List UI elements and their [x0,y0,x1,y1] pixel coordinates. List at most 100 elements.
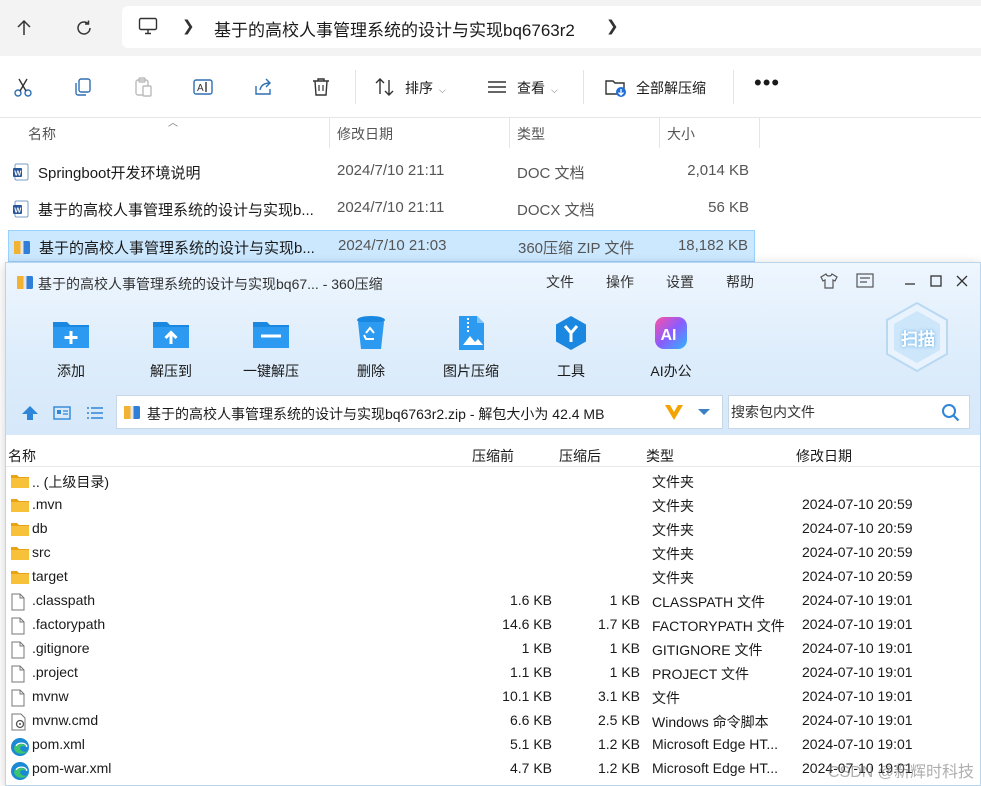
edge-browser-icon [10,737,30,756]
command-bar: A 排序 ⌵ 查看 ⌵ 全部解压缩 ••• [0,56,981,118]
chevron-down-icon: ⌵ [439,85,446,95]
folder-icon [10,497,30,515]
archive-entry-row[interactable]: pom.xml 5.1 KB 1.2 KB Microsoft Edge HT... 2… [6,733,980,757]
sort-button[interactable]: 排序 ⌵ [405,78,446,98]
more-options-icon[interactable]: ••• [754,70,780,96]
archive-entry-row[interactable]: .classpath 1.6 KB 1 KB CLASSPATH 文件 2024-07-… [6,589,980,613]
up-button[interactable] [8,12,40,44]
archive-entry-row[interactable]: .project 1.1 KB 1 KB PROJECT 文件 2024-07-10 1… [6,661,980,685]
archive-entry-row[interactable]: .factorypath 14.6 KB 1.7 KB FACTORYPATH 文件 2… [6,613,980,637]
refresh-button[interactable] [68,12,100,44]
archive-search-box[interactable] [728,395,970,429]
up-level-button[interactable] [20,403,40,423]
image-compress-button[interactable]: 图片压缩 [426,313,516,383]
menu-operation[interactable]: 操作 [606,272,634,292]
one-click-extract-button[interactable]: 一键解压 [226,313,316,383]
close-icon [956,275,968,287]
entry-name: target [32,568,68,584]
address-row: ❯ 基于的高校人事管理系统的设计与实现bq6763r2 ❯ [0,0,981,56]
archive-search-input[interactable] [731,400,931,424]
delete-label: 删除 [357,363,385,379]
entry-type: 文件夹 [652,570,694,586]
sort-ascending-icon: ︿ [168,118,178,129]
delete-button[interactable] [308,74,334,100]
detail-view-button[interactable] [52,403,72,423]
archive-entry-row[interactable]: mvnw 10.1 KB 3.1 KB 文件 2024-07-10 19:01 [6,685,980,709]
column-name[interactable]: 名称 [8,446,36,466]
entry-name: mvnw [32,688,69,704]
edge-browser-icon [10,761,30,780]
column-name[interactable]: 名称 [28,124,56,144]
menu-file[interactable]: 文件 [546,272,574,292]
file-row[interactable]: W 基于的高校人事管理系统的设计与实现b... 2024/7/10 21:11 … [8,193,755,225]
file-icon [10,641,30,659]
svg-text:W: W [14,206,22,215]
archive-entry-row[interactable]: .mvn 文件夹 2024-07-10 20:59 [6,493,980,517]
file-type: DOCX 文档 [517,202,595,219]
add-button[interactable]: 添加 [26,313,116,383]
archive-entry-row[interactable]: src 文件夹 2024-07-10 20:59 [6,541,980,565]
archive-entry-row[interactable]: mvnw.cmd 6.6 KB 2.5 KB Windows 命令脚本 2024-07-… [6,709,980,733]
archive-path-bar[interactable]: 基于的高校人事管理系统的设计与实现bq6763r2.zip - 解包大小为 42… [116,395,723,429]
extract-all-button[interactable]: 全部解压缩 [636,78,706,98]
maximize-button[interactable] [925,270,947,292]
archive-entry-row[interactable]: .gitignore 1 KB 1 KB GITIGNORE 文件 2024-07-10… [6,637,980,661]
paste-button[interactable] [130,74,156,100]
entry-name: .gitignore [32,640,90,656]
breadcrumb[interactable]: 基于的高校人事管理系统的设计与实现bq6763r2 [214,16,575,41]
list-view-button[interactable] [85,403,105,423]
thumbnail-view-icon [53,406,71,420]
copy-button[interactable] [70,74,96,100]
address-bar[interactable]: ❯ 基于的高校人事管理系统的设计与实现bq6763r2 ❯ [122,6,981,48]
archive-window-header: 基于的高校人事管理系统的设计与实现bq67... - 360压缩 文件 操作 设… [6,263,980,435]
dropdown-arrow-icon[interactable] [697,407,711,417]
entry-size-before: 1 KB [521,640,552,656]
share-button[interactable] [250,74,276,100]
column-after[interactable]: 压缩后 [559,446,601,466]
entry-date: 2024-07-10 19:01 [802,640,913,656]
menu-settings[interactable]: 设置 [666,272,694,292]
minimize-button[interactable] [899,270,921,292]
entry-name: .. (上级目录) [32,474,109,490]
search-icon[interactable] [941,403,961,423]
menu-help[interactable]: 帮助 [726,272,754,292]
view-button[interactable]: 查看 ⌵ [517,78,558,98]
entry-name: pom-war.xml [32,760,112,776]
cmd-script-icon [10,713,30,731]
scan-button[interactable]: 扫描 [882,299,952,375]
entry-name: db [32,520,48,536]
close-button[interactable] [951,270,973,292]
tools-button[interactable]: 工具 [526,313,616,383]
ai-office-button[interactable]: AI AI办公 [626,313,716,383]
share-icon [255,78,271,95]
watermark: CSDN @新辉时科技 [828,764,975,781]
folder-icon [10,521,30,539]
column-modified[interactable]: 修改日期 [337,124,393,144]
archive-entry-row[interactable]: target 文件夹 2024-07-10 20:59 [6,565,980,589]
archive-entry-row[interactable]: db 文件夹 2024-07-10 20:59 [6,517,980,541]
chevron-right-icon[interactable]: ❯ [606,17,619,35]
column-size[interactable]: 大小 [667,124,695,144]
column-type[interactable]: 类型 [646,446,674,466]
cut-button[interactable] [10,74,36,100]
skin-button[interactable] [818,270,840,292]
arrow-up-icon [22,406,38,420]
entry-type: Microsoft Edge HT... [652,760,779,776]
file-row-selected[interactable]: 基于的高校人事管理系统的设计与实现b... 2024/7/10 21:03 36… [8,230,755,262]
file-row[interactable]: W Springboot开发环境说明 2024/7/10 21:11 DOC 文… [8,156,755,188]
delete-entry-button[interactable]: 删除 [326,313,416,383]
archive-entry-row[interactable]: .. (上级目录) 文件夹 [6,469,980,493]
sort-label: 排序 [405,80,433,96]
rename-button[interactable]: A [190,74,216,100]
image-compress-label: 图片压缩 [443,363,499,379]
feedback-button[interactable] [854,270,876,292]
zip-archive-icon [14,241,30,254]
ai-office-label: AI办公 [650,363,692,379]
column-before[interactable]: 压缩前 [472,446,514,466]
column-type[interactable]: 类型 [517,124,545,144]
extract-to-button[interactable]: 解压到 [126,313,216,383]
tools-label: 工具 [557,363,585,379]
column-modified[interactable]: 修改日期 [796,446,852,466]
entry-size-before: 5.1 KB [509,736,552,752]
entry-size-before: 10.1 KB [502,688,552,704]
